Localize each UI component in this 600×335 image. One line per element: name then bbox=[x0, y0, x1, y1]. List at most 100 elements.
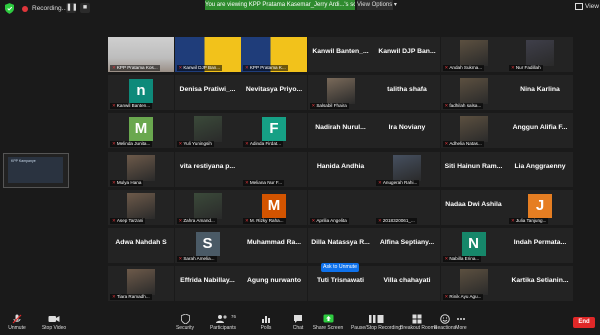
participant-tile[interactable]: Dilla Natassya R... bbox=[307, 228, 374, 263]
mic-muted-icon: ✕ bbox=[444, 103, 449, 109]
participant-tile[interactable]: ✕Meliana Nur F... bbox=[241, 151, 307, 187]
participant-label-text: Meliana Nur F... bbox=[249, 179, 283, 185]
participant-tile[interactable]: Hanida Andhia bbox=[307, 151, 374, 187]
participant-tile[interactable]: Anggun Alifia F... bbox=[507, 113, 573, 149]
profile-photo bbox=[193, 116, 222, 143]
participant-tile[interactable]: ✕Tiara Ramadh... bbox=[108, 266, 174, 302]
pause-stop-recording-button[interactable]: Pause/Stop Recording bbox=[350, 314, 402, 331]
mic-muted-icon: ✕ bbox=[178, 256, 183, 261]
shared-screen-thumbnail[interactable]: KPP Kampanye bbox=[3, 153, 69, 188]
participant-tile[interactable]: Kanwil Banten_... bbox=[307, 37, 374, 72]
stop-video-label: Stop Video bbox=[41, 325, 67, 331]
participant-tile[interactable]: ✕Nur Fadillah bbox=[507, 37, 573, 72]
stop-video-button[interactable]: Stop Video bbox=[39, 314, 69, 331]
participant-tile[interactable]: ✕Mulya Hana bbox=[108, 151, 174, 187]
participant-name: Alfina Septiany... bbox=[379, 239, 435, 246]
recording-controls-icon bbox=[369, 315, 384, 323]
participants-count: 76 bbox=[231, 314, 237, 319]
participant-tile[interactable]: Nadirah Nurul... bbox=[307, 113, 374, 149]
participant-tile[interactable]: Alfina Septiany... bbox=[374, 228, 440, 263]
pause-recording-icon[interactable]: ❚❚ bbox=[66, 3, 78, 13]
polls-button[interactable]: Polls bbox=[251, 314, 281, 331]
participant-tile[interactable]: ✕Asep Tarzani bbox=[108, 189, 174, 225]
participant-tile[interactable]: ✕Adhelia Natas... bbox=[440, 113, 507, 149]
participant-tile[interactable]: ✕KPP Pratama Kos... bbox=[108, 37, 174, 72]
participant-label-text: Salsabil Fhaira bbox=[316, 103, 347, 109]
participant-tile[interactable]: Nevitasya Priyo... bbox=[241, 75, 307, 111]
participant-label: ✕Zahra Amand... bbox=[176, 217, 217, 224]
participant-tile[interactable]: F ✕Adinda Firdat... bbox=[241, 113, 307, 149]
participant-tile[interactable]: ✕fadhilah salsa... bbox=[440, 75, 507, 111]
participant-name: Denisa Pratiwi_... bbox=[179, 86, 236, 94]
participant-tile[interactable]: S ✕Sarah Amelia... bbox=[174, 228, 241, 263]
mic-muted-icon: ✕ bbox=[178, 141, 183, 147]
meeting-toolbar: Unmute Stop Video Security 76 Participan… bbox=[0, 312, 600, 335]
share-screen-button[interactable]: Share Screen bbox=[311, 314, 345, 331]
participant-tile[interactable]: ✕Salsabil Fhaira bbox=[307, 75, 374, 111]
participant-tile[interactable]: Agung nurwanto bbox=[241, 266, 307, 302]
participant-tile[interactable]: Ira Noviany bbox=[374, 113, 440, 149]
participant-tile[interactable]: J ✕Julia Tanjung... bbox=[507, 189, 573, 225]
participant-name: Kanwil Banten_... bbox=[312, 48, 369, 55]
breakout-rooms-button[interactable]: Breakout Rooms bbox=[400, 314, 437, 331]
participant-name: Indah Permata... bbox=[513, 239, 567, 246]
participant-tile[interactable]: Kanwil DJP Ban... bbox=[374, 37, 440, 72]
participant-label: ✕Adinda Firdat... bbox=[243, 141, 284, 148]
participant-tile[interactable]: N ✕Nabilla Erina... bbox=[440, 228, 507, 263]
mic-muted-icon: ✕ bbox=[112, 217, 116, 223]
stop-recording-icon[interactable]: ■ bbox=[80, 3, 90, 13]
participants-label: Participants bbox=[209, 325, 237, 331]
participant-tile[interactable]: ✕Rinik Ayu Agu... bbox=[440, 266, 507, 302]
participant-tile[interactable]: ✕Aprilia Angelita bbox=[307, 189, 374, 225]
participant-tile[interactable]: M ✕Melinda Junita... bbox=[108, 113, 174, 149]
participant-tile[interactable]: ✕Andah Sukma... bbox=[440, 37, 507, 72]
participant-tile[interactable]: Effrida Nabillay... bbox=[174, 266, 241, 302]
avatar: N bbox=[461, 232, 486, 256]
participant-tile[interactable]: ✕KPP Pratama K... bbox=[241, 37, 307, 72]
participant-tile[interactable]: Villa chahayati bbox=[374, 266, 440, 302]
participant-name: Adwa Nahdah S bbox=[115, 239, 167, 246]
view-options-button[interactable]: View Options ▾ bbox=[357, 0, 397, 10]
security-button[interactable]: Security bbox=[170, 314, 200, 331]
mic-muted-icon: ✕ bbox=[444, 256, 449, 261]
mic-muted-icon: ✕ bbox=[112, 294, 116, 300]
participant-tile[interactable]: Siti Hainun Ram... bbox=[440, 151, 507, 187]
participant-tile[interactable]: ✕2018320061_... bbox=[374, 189, 440, 225]
participant-tile[interactable]: Nina Karlina bbox=[507, 75, 573, 111]
shield-icon[interactable] bbox=[5, 3, 14, 14]
unmute-button[interactable]: Unmute bbox=[2, 314, 32, 331]
participant-tile[interactable]: talitha shafa bbox=[374, 75, 440, 111]
participant-tile[interactable]: ✕Kanwil DJP Ban... bbox=[174, 37, 241, 72]
participant-tile[interactable]: Indah Permata... bbox=[507, 228, 573, 263]
more-button[interactable]: More bbox=[446, 314, 476, 331]
participant-tile[interactable]: ✕Zahra Amand... bbox=[174, 189, 241, 225]
participant-label: ✕Andah Sukma... bbox=[442, 65, 485, 71]
participant-tile[interactable]: Nadaa Dwi Ashila bbox=[440, 189, 507, 225]
participant-tile[interactable]: ✕Yuli Yuningsih bbox=[174, 113, 241, 149]
avatar: M bbox=[262, 193, 286, 218]
chat-button[interactable]: Chat bbox=[283, 314, 313, 331]
participant-label: ✕Kanwil Banten... bbox=[110, 103, 153, 110]
participant-label-text: KPP Pratama Kos... bbox=[116, 65, 158, 70]
participant-tile[interactable]: vita restiyana p... bbox=[174, 151, 241, 187]
polls-icon bbox=[262, 316, 270, 323]
participant-tile[interactable]: ✕Anugerah Rahi... bbox=[374, 151, 440, 187]
mic-muted-icon: ✕ bbox=[378, 217, 382, 223]
view-button[interactable]: View bbox=[575, 3, 599, 10]
profile-photo bbox=[127, 192, 155, 219]
participant-tile[interactable]: Adwa Nahdah S bbox=[108, 228, 174, 263]
participant-tile[interactable]: M ✕M. Rizky Raha... bbox=[241, 189, 307, 225]
participant-tile[interactable]: Kartika Setianin... bbox=[507, 266, 573, 302]
participant-name: vita restiyana p... bbox=[179, 162, 236, 170]
participant-tile[interactable]: Muhammad Ra... bbox=[241, 228, 307, 263]
participant-tile[interactable]: Denisa Pratiwi_... bbox=[174, 75, 241, 111]
end-meeting-button[interactable]: End bbox=[573, 317, 595, 328]
participant-name: Nina Karlina bbox=[520, 86, 560, 94]
ask-to-unmute-button[interactable]: Ask to Unmute bbox=[321, 263, 359, 272]
participants-button[interactable]: 76 Participants bbox=[204, 314, 242, 331]
participant-label-text: fadhilah salsa... bbox=[449, 103, 482, 109]
chat-bubble-icon bbox=[294, 315, 302, 323]
participant-tile[interactable]: n ✕Kanwil Banten... bbox=[108, 75, 174, 111]
unmute-label: Unmute bbox=[8, 325, 26, 331]
participant-tile[interactable]: Lia Anggraenny bbox=[507, 151, 573, 187]
